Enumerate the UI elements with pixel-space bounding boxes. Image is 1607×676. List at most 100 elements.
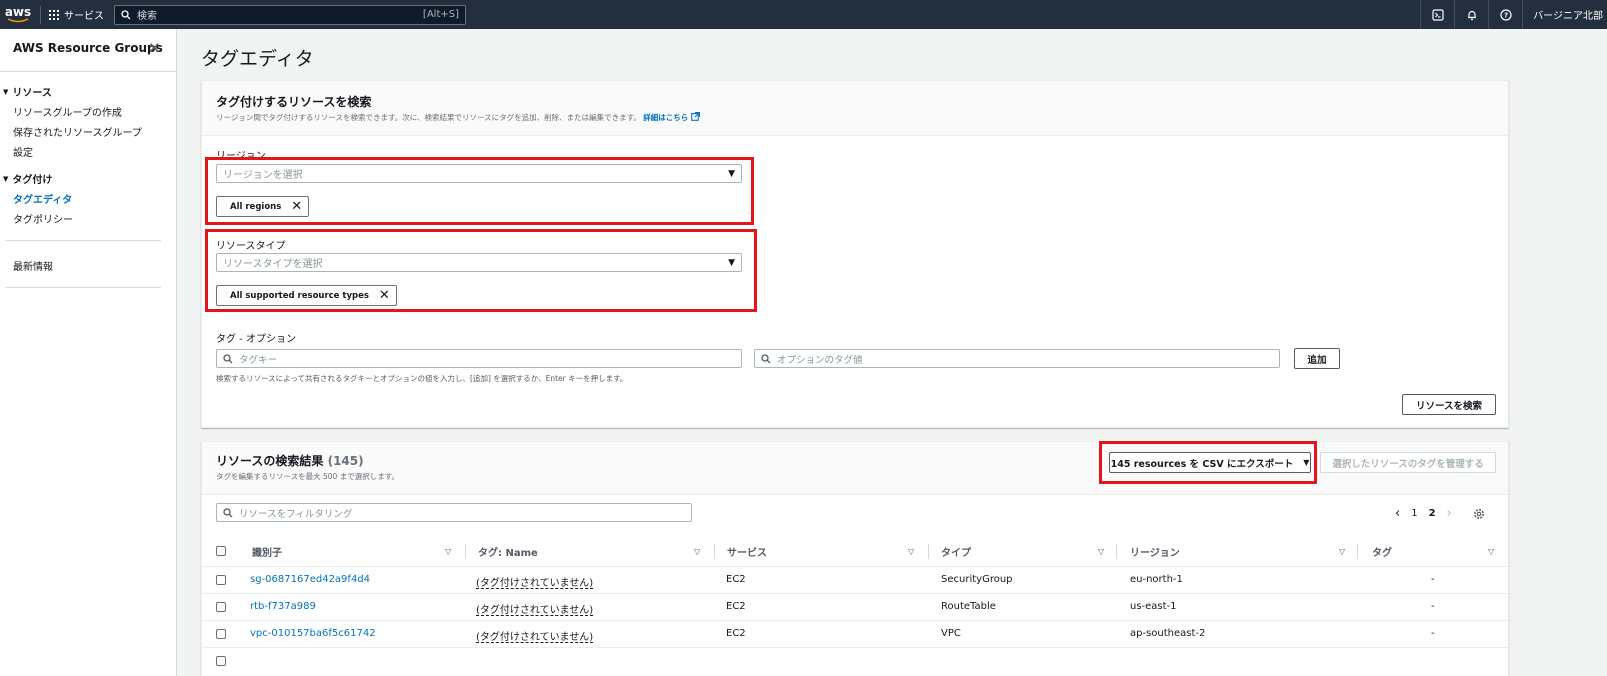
section-label: タグ付け: [12, 175, 53, 186]
column-label: 識別子: [252, 548, 282, 559]
next-page-icon[interactable]: ›: [1447, 506, 1452, 521]
help-icon[interactable]: ?: [1488, 0, 1522, 29]
select-all-checkbox[interactable]: [216, 546, 226, 556]
search-placeholder: 検索: [137, 11, 157, 22]
add-tag-button[interactable]: 追加: [1294, 348, 1340, 369]
results-title: リソースの検索結果 (145): [216, 452, 364, 469]
service-cell: EC2: [726, 628, 746, 639]
table-row: rtb-f737a989 (タグ付けされていません) EC2 RouteTabl…: [202, 594, 1508, 621]
sort-icon[interactable]: ▽: [1339, 547, 1345, 556]
close-icon[interactable]: ✕: [148, 39, 161, 57]
input-placeholder: オプションのタグ値: [777, 354, 863, 366]
sidebar-item-tag-editor[interactable]: タグエディタ: [13, 191, 72, 206]
sort-icon[interactable]: ▽: [1098, 547, 1104, 556]
resource-type-label: リソースタイプ: [216, 241, 286, 252]
column-separator: [714, 544, 715, 559]
resource-type-select[interactable]: リソースタイプを選択 ▼: [216, 253, 742, 272]
type-cell: VPC: [941, 628, 961, 639]
export-csv-button[interactable]: 145 resources を CSV にエクスポート ▼: [1109, 452, 1311, 473]
cloudshell-icon[interactable]: [1420, 0, 1454, 29]
sidebar-item-settings[interactable]: 設定: [13, 144, 33, 159]
row-checkbox[interactable]: [216, 629, 226, 639]
column-header-tag-name[interactable]: タグ: Name ▽: [478, 536, 700, 567]
caret-down-icon: ▼: [1303, 458, 1310, 467]
tag-value-input[interactable]: オプションのタグ値: [754, 349, 1280, 368]
column-header-identifier[interactable]: 識別子 ▽: [252, 536, 451, 567]
token-label: All regions: [230, 201, 282, 212]
settings-gear-icon[interactable]: [1473, 508, 1485, 520]
sidebar-item-whats-new[interactable]: 最新情報: [13, 258, 53, 273]
sidebar-item-create-group[interactable]: リソースグループの作成: [13, 104, 122, 119]
search-resources-button[interactable]: リソースを検索: [1402, 394, 1496, 415]
aws-logo[interactable]: aws: [4, 6, 32, 23]
table-row: sg-0687167ed42a9f4d4 (タグ付けされていません) EC2 S…: [202, 567, 1508, 594]
resource-id-link[interactable]: sg-0687167ed42a9f4d4: [250, 574, 370, 585]
sort-icon[interactable]: ▽: [694, 547, 700, 556]
sidebar-section-resources[interactable]: ▼ リソース: [3, 84, 52, 100]
sort-icon[interactable]: ▽: [445, 547, 451, 556]
row-checkbox[interactable]: [216, 656, 226, 666]
page-title: タグエディタ: [201, 48, 314, 70]
token-label: All supported resource types: [230, 290, 369, 301]
sidebar-title: AWS Resource Groups: [13, 41, 163, 55]
resource-id-link[interactable]: vpc-010157ba6f5c61742: [250, 628, 376, 639]
table-row-partial: [202, 648, 1508, 675]
column-label: タグ: [1372, 548, 1392, 559]
global-search-input[interactable]: 検索 [Alt+S]: [114, 4, 466, 25]
panel-description: リージョン間でタグ付けするリソースを検索できます。次に、検索結果でリソースにタグ…: [216, 112, 700, 123]
column-header-region[interactable]: リージョン ▽: [1130, 536, 1345, 567]
bell-icon[interactable]: [1454, 0, 1488, 29]
region-label: リージョン: [216, 151, 266, 162]
tag-key-input[interactable]: タグキー: [216, 349, 742, 368]
input-placeholder: タグキー: [239, 354, 278, 366]
tags-cell: -: [1431, 601, 1435, 612]
table-row: vpc-010157ba6f5c61742 (タグ付けされていません) EC2 …: [202, 621, 1508, 648]
region-cell: ap-southeast-2: [1130, 628, 1206, 639]
remove-token-icon[interactable]: ✕: [379, 288, 390, 303]
type-cell: RouteTable: [941, 601, 996, 612]
sidebar-item-saved-groups[interactable]: 保存されたリソースグループ: [13, 124, 142, 139]
region-selector[interactable]: バージニア北部: [1522, 0, 1607, 29]
sidebar-divider: [0, 71, 176, 72]
column-header-tags[interactable]: タグ ▽: [1372, 536, 1494, 567]
sort-icon[interactable]: ▽: [908, 547, 914, 556]
results-description: タグを編集するリソースを最大 500 まで選択します。: [216, 472, 399, 481]
region-select[interactable]: リージョンを選択 ▼: [216, 164, 742, 183]
row-checkbox[interactable]: [216, 602, 226, 612]
tags-cell: -: [1431, 574, 1435, 585]
column-separator: [465, 544, 466, 559]
resource-id-link[interactable]: rtb-f737a989: [250, 601, 316, 612]
service-cell: EC2: [726, 601, 746, 612]
search-icon: [223, 353, 233, 363]
service-cell: EC2: [726, 574, 746, 585]
learn-more-link[interactable]: 詳細はこちら: [643, 112, 700, 122]
search-shortcut: [Alt+S]: [422, 9, 459, 20]
sidebar-divider: [6, 240, 161, 241]
table-header: 識別子 ▽ タグ: Name ▽ サービス ▽ タイプ ▽ リージョン ▽ タグ ▽: [202, 536, 1508, 567]
pagination: ‹ 1 2 ›: [1395, 506, 1485, 521]
button-label: 145 resources を CSV にエクスポート: [1110, 458, 1294, 470]
manage-tags-button[interactable]: 選択したリソースのタグを管理する: [1320, 452, 1496, 473]
tag-name-cell[interactable]: (タグ付けされていません): [476, 601, 593, 616]
sidebar-section-tagging[interactable]: ▼ タグ付け: [3, 171, 53, 187]
sidebar: AWS Resource Groups ✕ ▼ リソース リソースグループの作成 …: [0, 29, 177, 676]
column-header-service[interactable]: サービス ▽: [727, 536, 914, 567]
column-header-type[interactable]: タイプ ▽: [941, 536, 1104, 567]
page-1[interactable]: 1: [1411, 508, 1417, 519]
row-checkbox[interactable]: [216, 575, 226, 585]
column-label: タイプ: [941, 548, 971, 559]
search-icon: [223, 507, 233, 517]
column-separator: [1357, 544, 1358, 559]
sort-icon[interactable]: ▽: [1488, 547, 1494, 556]
caret-down-icon: ▼: [728, 257, 735, 268]
sidebar-item-tag-policies[interactable]: タグポリシー: [13, 211, 73, 226]
services-menu-button[interactable]: サービス: [49, 7, 104, 22]
prev-page-icon[interactable]: ‹: [1395, 506, 1400, 521]
tag-name-cell[interactable]: (タグ付けされていません): [476, 574, 593, 589]
filter-resources-input[interactable]: リソースをフィルタリング: [216, 503, 692, 522]
tag-name-cell[interactable]: (タグ付けされていません): [476, 628, 593, 643]
page-2[interactable]: 2: [1429, 508, 1436, 519]
remove-token-icon[interactable]: ✕: [291, 199, 302, 214]
section-label: リソース: [12, 88, 52, 99]
results-title-text: リソースの検索結果: [216, 454, 324, 468]
